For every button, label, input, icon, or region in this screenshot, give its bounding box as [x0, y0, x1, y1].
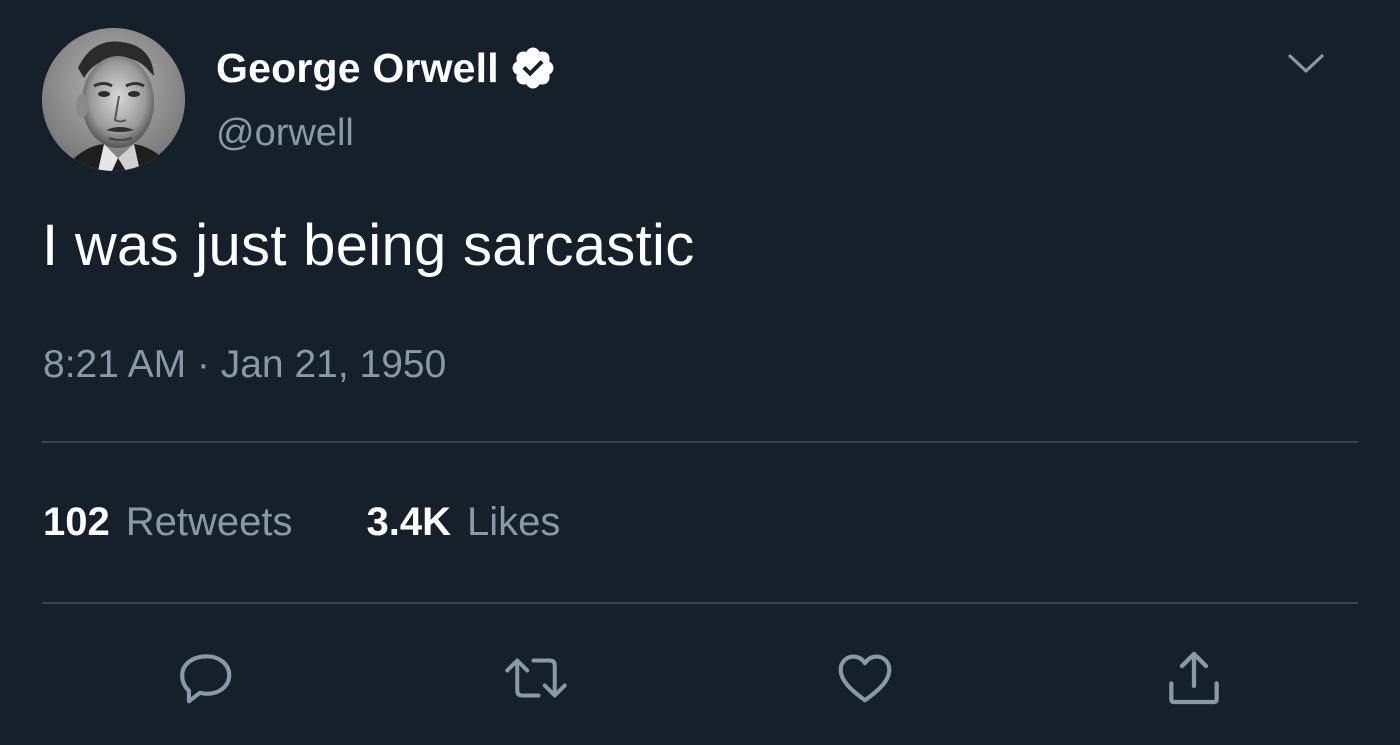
handle[interactable]: @orwell — [216, 112, 354, 155]
reply-button[interactable] — [171, 642, 243, 714]
likes-label: Likes — [467, 500, 561, 544]
like-button[interactable] — [829, 642, 901, 714]
retweets-count: 102 — [43, 500, 110, 544]
tweet-text: I was just being sarcastic — [42, 213, 695, 278]
like-icon — [838, 654, 892, 703]
tweet-timestamp[interactable]: 8:21 AM · Jan 21, 1950 — [43, 343, 446, 387]
share-button[interactable] — [1158, 642, 1230, 714]
avatar-photo — [42, 28, 185, 171]
likes-stat[interactable]: 3.4K Likes — [367, 500, 561, 545]
share-icon — [1169, 651, 1219, 705]
avatar[interactable] — [42, 28, 185, 171]
author-name-row: George Orwell — [216, 44, 557, 92]
divider — [42, 441, 1358, 443]
retweets-stat[interactable]: 102 Retweets — [43, 500, 293, 545]
divider — [42, 602, 1358, 604]
retweets-label: Retweets — [125, 500, 293, 544]
retweet-icon — [505, 658, 567, 698]
verified-badge-icon — [509, 44, 557, 92]
reply-icon — [180, 654, 232, 704]
retweet-button[interactable] — [500, 642, 572, 714]
chevron-down-icon[interactable] — [1286, 50, 1326, 78]
likes-count: 3.4K — [366, 500, 452, 544]
display-name[interactable]: George Orwell — [216, 45, 499, 92]
tweet-stats: 102 Retweets 3.4K Likes — [43, 500, 560, 545]
